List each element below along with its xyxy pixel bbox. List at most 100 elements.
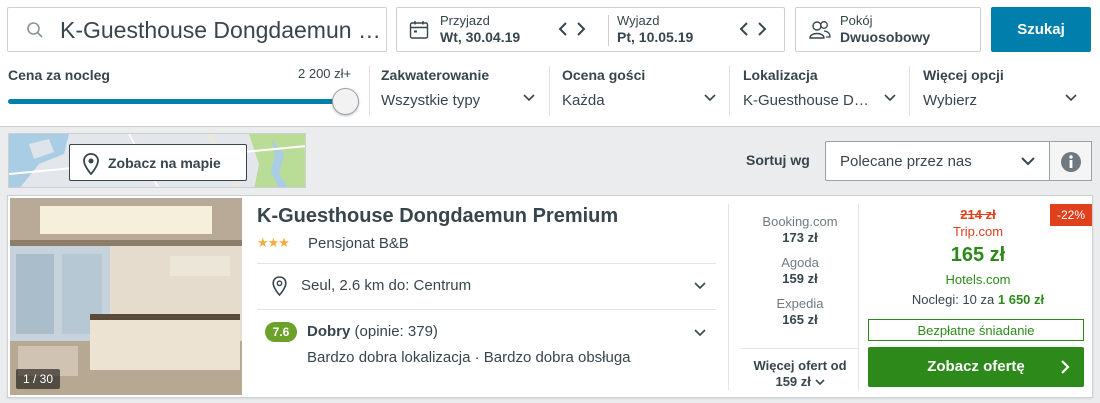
chevron-down-icon[interactable] <box>694 282 706 290</box>
chevron-down-icon <box>704 94 716 102</box>
room-value: Dwuosobowy <box>840 29 931 45</box>
view-offer-label: Zobacz ofertę <box>927 358 1025 375</box>
accommodation-filter-title: Zakwaterowanie <box>381 67 490 83</box>
sort-info-button[interactable] <box>1050 141 1092 181</box>
accommodation-filter[interactable]: Zakwaterowanie Wszystkie typy <box>381 66 537 116</box>
photo-counter: 1 / 30 <box>16 369 61 389</box>
rating-word: Dobry <box>307 323 351 340</box>
chevron-right-icon <box>1061 360 1070 374</box>
hotel-result-card: 1 / 30 K-Guesthouse Dongdaemun Premium ★… <box>7 195 1093 398</box>
filter-divider <box>369 66 370 116</box>
destination-search-field[interactable]: K-Guesthouse Dongdaemun … <box>7 7 387 52</box>
price-filter-label: Cena za nocleg <box>8 67 110 83</box>
show-on-map-button[interactable]: Zobacz na mapie <box>69 144 247 181</box>
rating-reviews: (opinie: 379) <box>354 323 438 340</box>
chevron-left-icon[interactable] <box>558 21 568 37</box>
checkout-prev-next-arrows[interactable] <box>739 20 767 43</box>
hotel-name[interactable]: K-Guesthouse Dongdaemun Premium <box>257 205 618 228</box>
rating-filter[interactable]: Ocena gości Każda <box>562 66 718 116</box>
location-filter-title: Lokalizacja <box>743 67 818 83</box>
more-offers-label: Więcej ofert od <box>753 358 847 373</box>
nights-summary: Noclegi: 10 za 1 650 zł <box>868 292 1088 307</box>
chevron-down-icon <box>1021 157 1035 166</box>
old-price-site: Trip.com <box>952 224 1004 239</box>
offer-agoda[interactable]: Agoda 159 zł <box>735 255 865 287</box>
chevron-down-icon <box>814 379 825 386</box>
nights-text: Noclegi: 10 za <box>911 292 995 307</box>
more-options-filter[interactable]: Więcej opcji Wybierz <box>923 66 1078 116</box>
sort-value: Polecane przez nas <box>840 153 972 170</box>
nights-total: 1 650 zł <box>997 292 1045 307</box>
location-filter[interactable]: Lokalizacja K-Guesthouse D… <box>743 66 898 116</box>
rating-summary: Dobry (opinie: 379) <box>307 323 438 340</box>
search-header: K-Guesthouse Dongdaemun … Przyjazd Wt, 3… <box>0 0 1100 127</box>
checkin-field[interactable]: Przyjazd Wt, 30.04.19 <box>440 13 520 45</box>
view-offer-button[interactable]: Zobacz ofertę <box>868 347 1084 387</box>
date-divider <box>608 15 609 46</box>
hotel-type: Pensjonat B&B <box>308 235 409 252</box>
more-offers-price: 159 zł <box>775 374 811 389</box>
best-price-site[interactable]: Hotels.com <box>868 272 1088 287</box>
search-icon <box>27 22 43 38</box>
chevron-right-icon[interactable] <box>576 21 586 37</box>
map-preview[interactable]: Zobacz na mapie <box>8 133 306 188</box>
location-filter-value: K-Guesthouse D… <box>743 92 869 109</box>
offer-price: 165 zł <box>782 312 818 327</box>
checkout-field[interactable]: Wyjazd Pt, 10.05.19 <box>617 13 693 45</box>
more-offers-link[interactable]: Więcej ofert od 159 zł <box>735 358 865 390</box>
filter-divider <box>909 66 910 116</box>
offer-price: 173 zł <box>782 230 818 245</box>
price-slider-handle[interactable] <box>332 88 359 115</box>
chevron-down-icon[interactable] <box>694 329 706 337</box>
filter-divider <box>549 66 550 116</box>
offer-price: 159 zł <box>782 271 818 286</box>
old-price: 214 zł <box>960 207 996 222</box>
offer-booking[interactable]: Booking.com 173 zł <box>735 214 865 246</box>
info-icon <box>1061 152 1081 172</box>
checkin-prev-next-arrows[interactable] <box>558 20 586 43</box>
offer-site: Expedia <box>776 296 824 311</box>
hotel-lobby-image <box>10 198 242 395</box>
more-options-filter-value: Wybierz <box>923 92 978 109</box>
room-selector[interactable]: Pokój Dwuosobowy <box>795 7 981 52</box>
search-button[interactable]: Szukaj <box>991 7 1091 52</box>
divider <box>257 263 716 264</box>
room-label: Pokój <box>840 13 873 28</box>
checkin-label: Przyjazd <box>440 13 490 28</box>
rating-highlights: Bardzo dobra lokalizacja · Bardzo dobra … <box>307 349 631 366</box>
accommodation-filter-value: Wszystkie typy <box>381 92 481 109</box>
sort-dropdown[interactable]: Polecane przez nas <box>825 141 1050 181</box>
sort-label: Sortuj wg <box>746 152 810 168</box>
filter-divider <box>729 66 730 116</box>
price-slider-track[interactable] <box>8 99 346 104</box>
best-price[interactable]: 165 zł <box>868 244 1088 267</box>
checkin-value: Wt, 30.04.19 <box>440 29 521 45</box>
divider <box>858 204 859 390</box>
free-breakfast-badge: Bezpłatne śniadanie <box>868 319 1084 341</box>
destination-value: K-Guesthouse Dongdaemun … <box>60 17 381 43</box>
chevron-down-icon <box>523 94 535 102</box>
chevron-down-icon <box>1065 94 1077 102</box>
show-on-map-label: Zobacz na mapie <box>108 155 221 171</box>
calendar-icon <box>409 21 429 39</box>
checkout-label: Wyjazd <box>617 13 660 28</box>
divider <box>257 309 716 310</box>
rating-filter-value: Każda <box>562 92 605 109</box>
chevron-right-icon[interactable] <box>757 21 767 37</box>
guests-icon <box>809 21 831 39</box>
more-options-filter-title: Więcej opcji <box>923 67 1004 83</box>
map-pin-icon <box>272 276 287 296</box>
rating-score-badge: 7.6 <box>265 322 297 342</box>
rating-filter-title: Ocena gości <box>562 67 646 83</box>
chevron-left-icon[interactable] <box>739 21 749 37</box>
offer-expedia[interactable]: Expedia 165 zł <box>735 296 865 328</box>
star-rating: ★★★ <box>257 235 290 250</box>
divider <box>741 348 859 349</box>
checkout-value: Pt, 10.05.19 <box>617 29 694 45</box>
location-text: Seul, 2.6 km do: Centrum <box>301 277 472 294</box>
map-pin-icon <box>83 153 99 175</box>
date-picker[interactable]: Przyjazd Wt, 30.04.19 Wyjazd Pt, 10.05.1… <box>396 7 785 52</box>
offer-site: Agoda <box>781 255 819 270</box>
hotel-photo[interactable]: 1 / 30 <box>10 198 242 395</box>
offer-site: Booking.com <box>762 214 838 229</box>
